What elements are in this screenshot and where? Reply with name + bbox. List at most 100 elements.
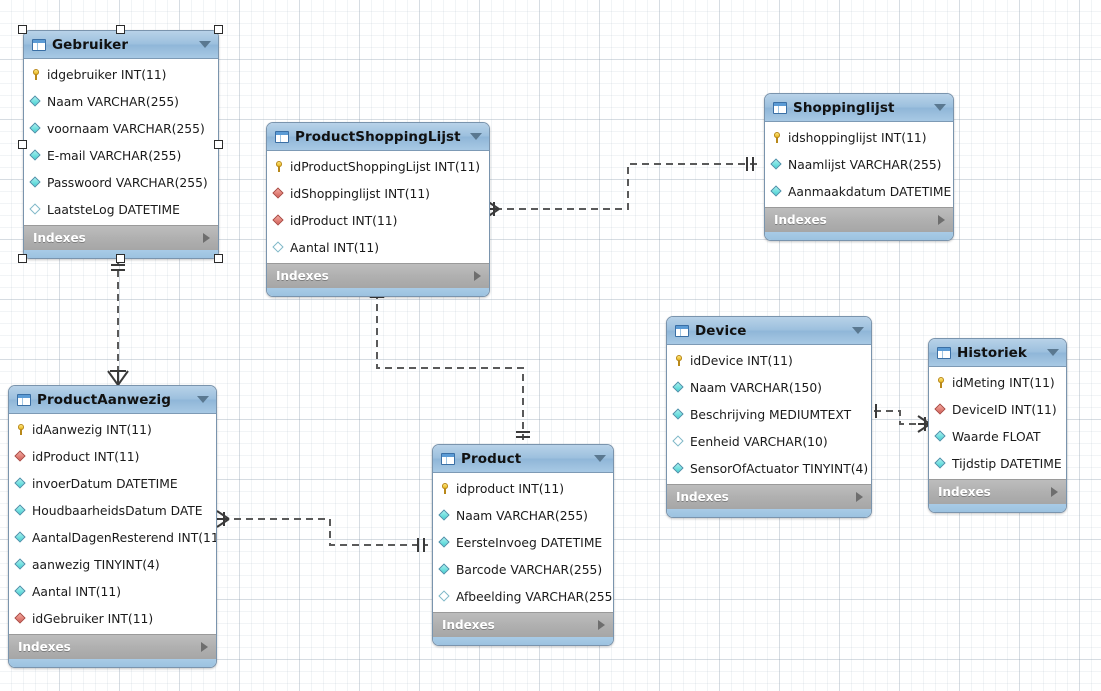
indexes-section[interactable]: Indexes	[929, 479, 1066, 504]
column-label: idGebruiker INT(11)	[32, 611, 154, 626]
key-icon	[15, 423, 27, 436]
table-title: Shoppinglijst	[793, 99, 895, 116]
chevron-down-icon[interactable]	[197, 396, 209, 403]
column-row[interactable]: idProduct INT(11)	[9, 443, 216, 470]
table-header[interactable]: Device	[667, 317, 871, 345]
selection-handle[interactable]	[214, 139, 223, 149]
column-label: SensorOfActuator TINYINT(4)	[690, 461, 869, 476]
table-productaanwezig[interactable]: ProductAanwezig idAanwezig INT(11) idProdu…	[8, 385, 217, 668]
column-row[interactable]: HoudbaarheidsDatum DATE	[9, 497, 216, 524]
chevron-right-icon[interactable]	[201, 642, 208, 652]
chevron-down-icon[interactable]	[852, 327, 864, 334]
table-title: Device	[695, 322, 747, 339]
column-row[interactable]: Naam VARCHAR(150)	[667, 374, 871, 401]
indexes-section[interactable]: Indexes	[9, 634, 216, 659]
chevron-right-icon[interactable]	[1051, 487, 1058, 497]
chevron-right-icon[interactable]	[856, 492, 863, 502]
column-row[interactable]: idProduct INT(11)	[267, 207, 489, 234]
chevron-down-icon[interactable]	[1047, 349, 1059, 356]
chevron-right-icon[interactable]	[474, 271, 481, 281]
table-title: Product	[461, 450, 522, 467]
table-productshoppinglijst[interactable]: ProductShoppingLijst idProductShoppingLij…	[266, 122, 490, 297]
selection-handle[interactable]	[116, 25, 125, 34]
key-icon	[439, 482, 451, 495]
selection-handle[interactable]	[18, 139, 27, 149]
column-row[interactable]: idgebruiker INT(11)	[24, 61, 218, 88]
table-header[interactable]: ProductAanwezig	[9, 386, 216, 414]
red-diamond-icon	[15, 613, 27, 625]
table-header[interactable]: Gebruiker	[24, 31, 218, 59]
column-row[interactable]: voornaam VARCHAR(255)	[24, 115, 218, 142]
table-footer	[667, 509, 871, 517]
indexes-section[interactable]: Indexes	[24, 225, 218, 250]
chevron-down-icon[interactable]	[199, 41, 211, 48]
indexes-section[interactable]: Indexes	[267, 263, 489, 288]
table-icon	[773, 101, 787, 114]
chevron-right-icon[interactable]	[598, 620, 605, 630]
column-row[interactable]: idMeting INT(11)	[929, 369, 1066, 396]
key-icon	[30, 68, 42, 81]
selection-handle[interactable]	[18, 25, 27, 34]
column-row[interactable]: E-mail VARCHAR(255)	[24, 142, 218, 169]
selection-handle[interactable]	[214, 25, 223, 34]
column-row[interactable]: idproduct INT(11)	[433, 475, 613, 502]
table-device[interactable]: Device idDevice INT(11) Naam VARCHAR(150) B…	[666, 316, 872, 518]
column-label: idproduct INT(11)	[456, 481, 565, 496]
column-row[interactable]: LaatsteLog DATETIME	[24, 196, 218, 223]
indexes-section[interactable]: Indexes	[765, 207, 953, 232]
column-row[interactable]: Passwoord VARCHAR(255)	[24, 169, 218, 196]
selection-handle[interactable]	[116, 254, 125, 263]
column-row[interactable]: Barcode VARCHAR(255)	[433, 556, 613, 583]
table-shoppinglijst[interactable]: Shoppinglijst idshoppinglijst INT(11) Naam…	[764, 93, 954, 241]
column-label: idDevice INT(11)	[690, 353, 793, 368]
chevron-right-icon[interactable]	[938, 215, 945, 225]
column-row[interactable]: Naamlijst VARCHAR(255)	[765, 151, 953, 178]
column-row[interactable]: Waarde FLOAT	[929, 423, 1066, 450]
column-row[interactable]: Naam VARCHAR(255)	[433, 502, 613, 529]
selection-handle[interactable]	[214, 254, 223, 263]
table-title: ProductShoppingLijst	[295, 128, 461, 145]
table-header[interactable]: ProductShoppingLijst	[267, 123, 489, 151]
column-row[interactable]: Afbeelding VARCHAR(255)	[433, 583, 613, 610]
table-product[interactable]: Product idproduct INT(11) Naam VARCHAR(255…	[432, 444, 614, 646]
column-row[interactable]: DeviceID INT(11)	[929, 396, 1066, 423]
table-header[interactable]: Product	[433, 445, 613, 473]
column-label: Naamlijst VARCHAR(255)	[788, 157, 942, 172]
column-label: idShoppinglijst INT(11)	[290, 186, 430, 201]
cyan-diamond-icon	[439, 537, 451, 549]
selection-handle[interactable]	[18, 254, 27, 263]
column-row[interactable]: Aantal INT(11)	[267, 234, 489, 261]
column-row[interactable]: idshoppinglijst INT(11)	[765, 124, 953, 151]
column-row[interactable]: idProductShoppingLijst INT(11)	[267, 153, 489, 180]
chevron-right-icon[interactable]	[203, 233, 210, 243]
key-icon	[771, 131, 783, 144]
chevron-down-icon[interactable]	[594, 455, 606, 462]
column-row[interactable]: idGebruiker INT(11)	[9, 605, 216, 632]
column-row[interactable]: invoerDatum DATETIME	[9, 470, 216, 497]
column-row[interactable]: aanwezig TINYINT(4)	[9, 551, 216, 578]
column-row[interactable]: SensorOfActuator TINYINT(4)	[667, 455, 871, 482]
chevron-down-icon[interactable]	[934, 104, 946, 111]
indexes-section[interactable]: Indexes	[433, 612, 613, 637]
column-row[interactable]: Beschrijving MEDIUMTEXT	[667, 401, 871, 428]
column-row[interactable]: idAanwezig INT(11)	[9, 416, 216, 443]
column-row[interactable]: AantalDagenResterend INT(11)	[9, 524, 216, 551]
column-row[interactable]: Tijdstip DATETIME	[929, 450, 1066, 477]
column-row[interactable]: idDevice INT(11)	[667, 347, 871, 374]
column-list: idDevice INT(11) Naam VARCHAR(150) Beschri…	[667, 345, 871, 484]
column-row[interactable]: Naam VARCHAR(255)	[24, 88, 218, 115]
cyan-diamond-icon	[15, 586, 27, 598]
indexes-section[interactable]: Indexes	[667, 484, 871, 509]
table-historiek[interactable]: Historiek idMeting INT(11) DeviceID INT(11…	[928, 338, 1067, 513]
column-row[interactable]: Aanmaakdatum DATETIME	[765, 178, 953, 205]
cyan-diamond-icon	[30, 177, 42, 189]
column-row[interactable]: Eenheid VARCHAR(10)	[667, 428, 871, 455]
chevron-down-icon[interactable]	[470, 133, 482, 140]
table-header[interactable]: Historiek	[929, 339, 1066, 367]
column-row[interactable]: EersteInvoeg DATETIME	[433, 529, 613, 556]
table-gebruiker[interactable]: Gebruiker idgebruiker INT(11) Naam VARCHAR…	[23, 30, 219, 259]
column-row[interactable]: idShoppinglijst INT(11)	[267, 180, 489, 207]
column-row[interactable]: Aantal INT(11)	[9, 578, 216, 605]
hollow-diamond-icon	[30, 204, 42, 216]
table-header[interactable]: Shoppinglijst	[765, 94, 953, 122]
